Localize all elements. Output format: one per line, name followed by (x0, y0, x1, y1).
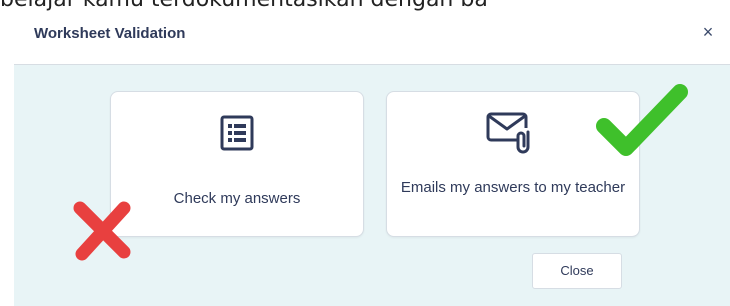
dialog-title: Worksheet Validation (34, 25, 186, 42)
email-answers-label: Emails my answers to my teacher (400, 179, 626, 196)
list-icon (111, 110, 363, 156)
close-icon[interactable]: × (698, 22, 718, 42)
red-x-icon (70, 200, 132, 267)
dialog-header: Worksheet Validation × (14, 12, 730, 65)
check-answers-option[interactable]: Check my answers (110, 91, 364, 237)
close-button[interactable]: Close (532, 253, 622, 289)
background-partial-text: belajar kamu terdokumentasikan dengan ba (0, 0, 730, 12)
green-check-icon (594, 84, 690, 169)
check-answers-label: Check my answers (173, 190, 301, 207)
